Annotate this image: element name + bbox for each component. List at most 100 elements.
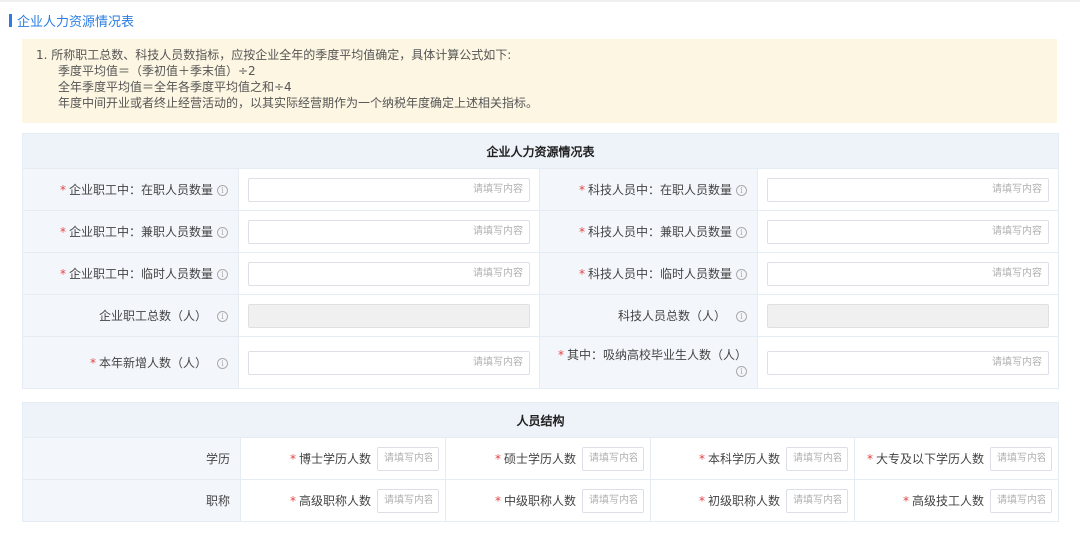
label-text: 科技人员总数（人） xyxy=(617,309,726,323)
field-cell xyxy=(238,252,540,295)
staff-temp-input[interactable] xyxy=(248,261,530,286)
field-cell: * 博士学历人数 xyxy=(240,437,446,480)
field-cell xyxy=(756,336,1060,389)
label-text: 本年新增人数（人） xyxy=(98,356,207,370)
field-label: * 科技人员中：兼职人员数量 i xyxy=(539,210,758,253)
table-row: *企业职工中：兼职人员数量 i *科技人员中：兼职人员数量i xyxy=(22,210,1060,253)
phd-count-input[interactable] xyxy=(377,446,439,471)
required-mark: * xyxy=(494,452,501,466)
field-cell xyxy=(756,252,1060,295)
label-text: 中级职称人数 xyxy=(503,494,576,508)
notice-line-4: 年度中间开业或者终止经营活动的，以其实际经营期作为一个纳税年度确定上述相关指标。 xyxy=(58,96,539,110)
staff-onjob-input[interactable] xyxy=(248,177,530,202)
field-label: * 科技人员中：在职人员数量 i xyxy=(539,168,758,211)
notice-line-3: 全年季度平均值＝全年各季度平均值之和÷4 xyxy=(58,80,292,94)
info-icon[interactable]: i xyxy=(736,311,747,322)
hr-table: 企业人力资源情况表 *企业职工中：在职人员数量i *科技人员中：在职人员数量i … xyxy=(21,133,1060,389)
required-mark: * xyxy=(494,494,501,508)
field-label: * 其中：吸纳高校毕业生人数（人） i xyxy=(539,336,758,389)
senior-title-input[interactable] xyxy=(377,488,439,513)
field-label: * 本年新增人数（人） i xyxy=(22,336,239,389)
required-mark: * xyxy=(698,494,705,508)
info-icon[interactable]: i xyxy=(217,185,228,196)
info-icon[interactable]: i xyxy=(217,358,228,369)
junior-title-input[interactable] xyxy=(786,488,848,513)
label-text: 本科学历人数 xyxy=(707,452,780,466)
required-mark: * xyxy=(89,356,96,370)
tech-total-input xyxy=(767,303,1050,328)
table-row: 学历 *博士学历人数 *硕士学历人数 *本科学历人数 *大专及以下学历人数 xyxy=(22,437,1060,480)
field-label: * 科技人员中：临时人员数量 i xyxy=(539,252,758,295)
master-count-input[interactable] xyxy=(582,446,644,471)
info-icon[interactable]: i xyxy=(217,227,228,238)
field-cell: * 本科学历人数 xyxy=(650,437,855,480)
label-text: 科技人员中：临时人员数量 xyxy=(587,267,732,281)
field-label: 企业职工总数（人） i xyxy=(22,294,239,337)
section-title-text: 企业人力资源情况表 xyxy=(17,14,135,30)
tech-parttime-input[interactable] xyxy=(767,219,1050,244)
required-mark: * xyxy=(289,494,296,508)
college-count-input[interactable] xyxy=(990,446,1053,471)
info-icon[interactable]: i xyxy=(736,227,747,238)
field-label: 科技人员总数（人） i xyxy=(539,294,758,337)
field-label: * 高级技工人数 xyxy=(903,492,984,509)
label-text: 其中：吸纳高校毕业生人数（人） xyxy=(566,347,747,362)
info-icon[interactable]: i xyxy=(736,269,747,280)
field-label: * 高级职称人数 xyxy=(290,492,371,509)
tech-onjob-input[interactable] xyxy=(767,177,1050,202)
info-icon[interactable]: i xyxy=(736,185,747,196)
row-label-titles: 职称 xyxy=(22,479,241,522)
required-mark: * xyxy=(59,183,66,197)
new-hires-input[interactable] xyxy=(248,350,530,375)
field-label: * 中级职称人数 xyxy=(495,492,576,509)
field-cell: * 初级职称人数 xyxy=(650,479,855,522)
table-row: 职称 *高级职称人数 *中级职称人数 *初级职称人数 *高级技工人数 xyxy=(22,479,1060,522)
label-text: 企业职工中：兼职人员数量 xyxy=(68,225,213,239)
field-label: * 初级职称人数 xyxy=(699,492,780,509)
structure-table-title: 人员结构 xyxy=(21,402,1060,438)
title-accent-bar xyxy=(9,13,12,27)
bachelor-count-input[interactable] xyxy=(786,446,848,471)
tech-temp-input[interactable] xyxy=(767,261,1050,286)
senior-technician-input[interactable] xyxy=(990,488,1053,513)
field-cell: * 高级职称人数 xyxy=(240,479,446,522)
field-label: * 企业职工中：临时人员数量 i xyxy=(22,252,239,295)
hr-table-title: 企业人力资源情况表 xyxy=(21,133,1060,169)
required-mark: * xyxy=(578,267,585,281)
field-label: * 博士学历人数 xyxy=(290,450,371,467)
required-mark: * xyxy=(59,225,66,239)
staff-parttime-input[interactable] xyxy=(248,219,530,244)
notice-box: 1. 所称职工总数、科技人员数指标，应按企业全年的季度平均值确定，具体计算公式如… xyxy=(22,39,1057,123)
field-label: * 硕士学历人数 xyxy=(495,450,576,467)
field-label: * 大专及以下学历人数 xyxy=(867,450,984,467)
field-cell xyxy=(238,168,540,211)
required-mark: * xyxy=(557,347,564,362)
top-divider xyxy=(0,0,1080,2)
required-mark: * xyxy=(698,452,705,466)
label-text: 高级技工人数 xyxy=(912,494,985,508)
info-icon[interactable]: i xyxy=(217,269,228,280)
field-cell xyxy=(238,210,540,253)
field-label: * 企业职工中：兼职人员数量 i xyxy=(22,210,239,253)
info-icon[interactable]: i xyxy=(217,311,228,322)
required-mark: * xyxy=(59,267,66,281)
field-cell xyxy=(756,168,1060,211)
table-row: *企业职工中：在职人员数量i *科技人员中：在职人员数量i xyxy=(22,168,1060,211)
middle-title-input[interactable] xyxy=(582,488,644,513)
field-cell: * 硕士学历人数 xyxy=(445,437,651,480)
field-label: * 本科学历人数 xyxy=(699,450,780,467)
row-label-education: 学历 xyxy=(22,437,241,480)
field-cell xyxy=(756,210,1060,253)
info-icon[interactable]: i xyxy=(736,365,747,377)
field-cell xyxy=(238,294,540,337)
table-row: 企业职工总数（人） i 科技人员总数（人） i xyxy=(22,294,1060,337)
notice-line-1: 1. 所称职工总数、科技人员数指标，应按企业全年的季度平均值确定，具体计算公式如… xyxy=(36,48,512,62)
required-mark: * xyxy=(578,183,585,197)
field-cell: * 高级技工人数 xyxy=(853,479,1060,522)
field-cell xyxy=(756,294,1060,337)
label-text: 初级职称人数 xyxy=(707,494,780,508)
graduates-input[interactable] xyxy=(767,350,1050,375)
label-text: 科技人员中：在职人员数量 xyxy=(587,183,732,197)
label-text: 企业职工中：临时人员数量 xyxy=(68,267,213,281)
field-label: * 企业职工中：在职人员数量 i xyxy=(22,168,239,211)
